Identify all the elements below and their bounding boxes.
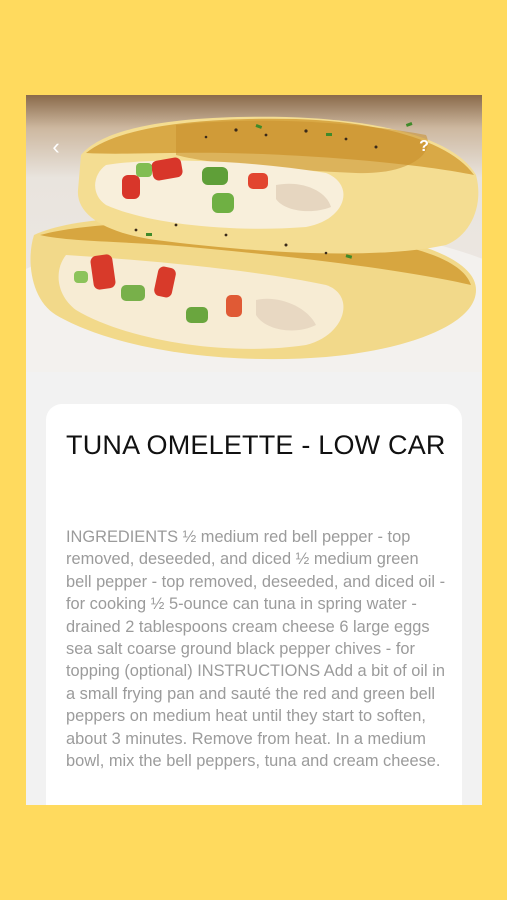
back-icon[interactable]: ‹ [42, 133, 70, 161]
app-screen: ‹ ? TUNA OMELETTE - LOW CAR INGREDIENTS … [26, 95, 482, 805]
help-icon[interactable]: ? [410, 133, 438, 161]
recipe-photo: ‹ ? [26, 95, 482, 372]
recipe-title: TUNA OMELETTE - LOW CAR [66, 430, 446, 460]
recipe-description: INGREDIENTS ½ medium red bell pepper - t… [66, 528, 446, 771]
recipe-card: TUNA OMELETTE - LOW CAR INGREDIENTS ½ me… [46, 404, 462, 805]
